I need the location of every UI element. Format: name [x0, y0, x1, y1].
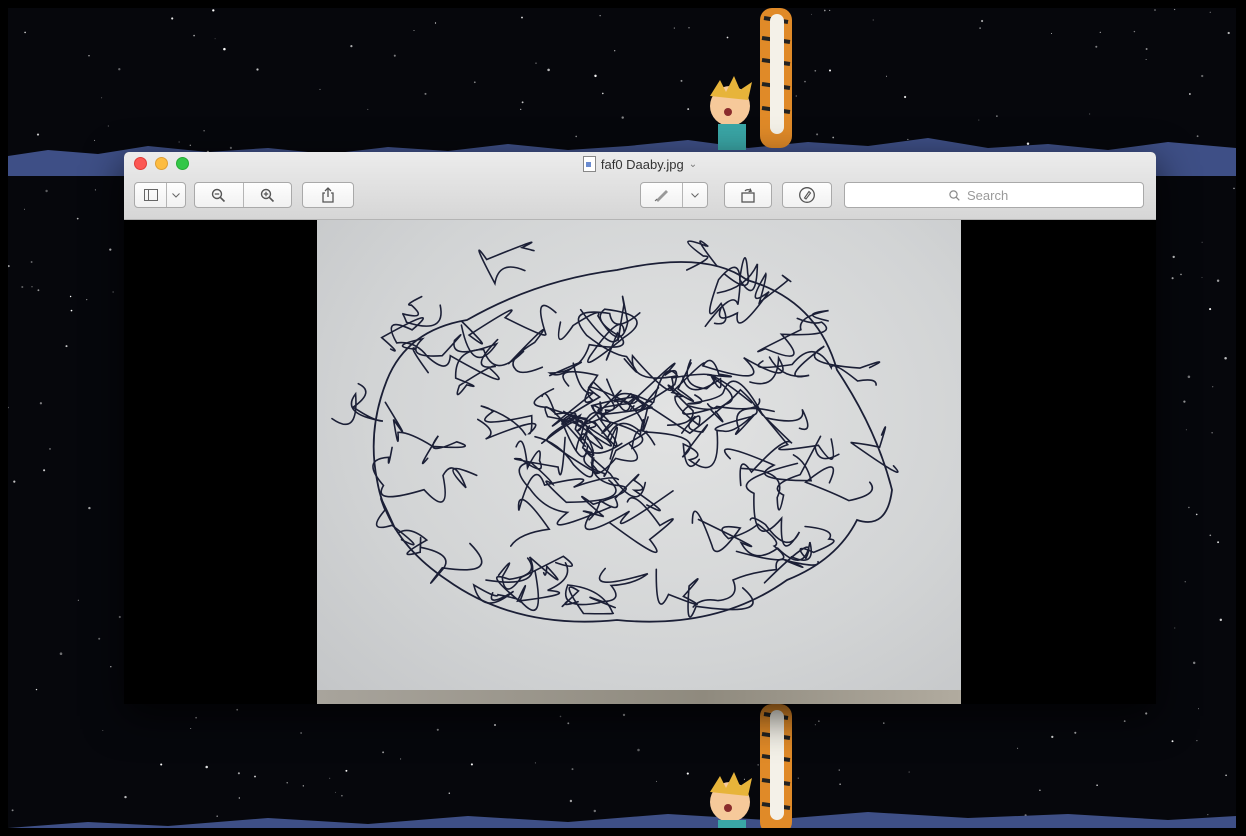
- maze-photo: [317, 220, 961, 704]
- window-title-text: faf0 Daaby.jpg: [600, 156, 684, 172]
- window-title[interactable]: faf0 Daaby.jpg ⌄: [124, 156, 1156, 172]
- maze-stroke: [561, 584, 615, 615]
- share-button[interactable]: [302, 182, 354, 208]
- cartoon-characters-bottom: [710, 704, 792, 828]
- maze-drawing: [331, 240, 899, 623]
- cartoon-characters-top: [710, 8, 792, 150]
- rotate-icon: [741, 188, 755, 203]
- markup-toolbar-button[interactable]: [782, 182, 832, 208]
- maze-stroke: [513, 436, 566, 476]
- zoom-out-button[interactable]: [195, 183, 243, 207]
- maze-stroke: [716, 257, 759, 294]
- maze-stroke: [375, 497, 415, 546]
- rotate-button[interactable]: [724, 182, 772, 208]
- image-viewport[interactable]: [124, 220, 1156, 704]
- maze-stroke: [589, 567, 649, 609]
- maze-stroke: [551, 362, 594, 458]
- maze-stroke: [609, 497, 674, 554]
- maze-stroke: [478, 241, 535, 286]
- search-input[interactable]: [965, 186, 1039, 204]
- markup-toolbar-icon: [799, 187, 815, 203]
- maze-stroke: [718, 271, 792, 324]
- markup-pen-button[interactable]: [640, 182, 708, 208]
- share-icon: [322, 187, 334, 203]
- mountains-bottom: [8, 812, 1236, 828]
- markup-menu-chevron-icon[interactable]: [682, 183, 707, 207]
- zoom-in-icon: [260, 188, 274, 202]
- sidebar-view-button[interactable]: [134, 182, 186, 208]
- photo-bottom-edge: [317, 690, 961, 704]
- zoom-buttons: [194, 182, 292, 208]
- preview-window: faf0 Daaby.jpg ⌄: [124, 152, 1156, 704]
- maze-stroke: [804, 466, 874, 502]
- markup-pen-icon: [641, 183, 682, 207]
- maze-stroke: [850, 426, 899, 474]
- document-icon: [582, 156, 596, 172]
- maze-stroke: [577, 311, 641, 373]
- search-icon: [949, 189, 960, 201]
- maze-stroke: [768, 345, 881, 378]
- maze-stroke: [692, 558, 819, 608]
- maze-stroke: [516, 562, 569, 612]
- maze-stroke: [655, 568, 754, 618]
- zoom-out-icon: [212, 188, 226, 202]
- maze-stroke: [666, 362, 695, 426]
- title-chevron-icon: ⌄: [688, 158, 698, 170]
- search-field[interactable]: [844, 182, 1144, 208]
- maze-stroke: [739, 408, 809, 487]
- chevron-down-icon: [166, 183, 185, 207]
- sidebar-icon: [135, 183, 166, 207]
- maze-stroke: [757, 309, 829, 357]
- maze-stroke: [477, 405, 537, 440]
- maze-stroke: [384, 401, 466, 465]
- maze-stroke: [687, 380, 835, 460]
- maze-stroke: [740, 435, 840, 511]
- maze-stroke: [507, 328, 545, 374]
- maze-stroke: [461, 304, 557, 345]
- zoom-in-button[interactable]: [242, 183, 292, 207]
- maze-stroke: [372, 446, 478, 503]
- window-titlebar[interactable]: faf0 Daaby.jpg ⌄: [124, 152, 1156, 220]
